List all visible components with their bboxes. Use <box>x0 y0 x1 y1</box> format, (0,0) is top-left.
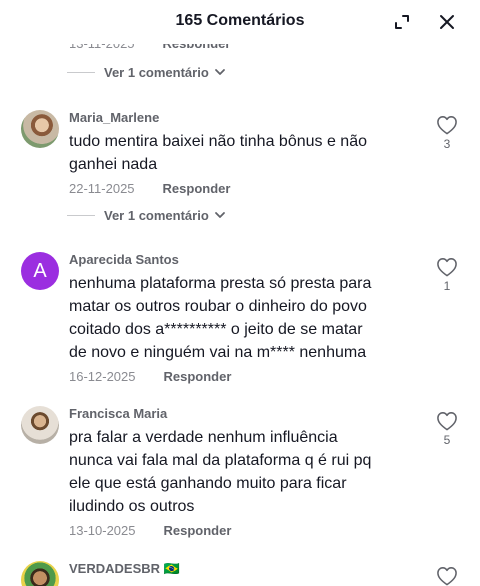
comment-text: tudo mentira baixei não tinha bônus e nã… <box>69 133 367 173</box>
heart-outline-icon <box>434 411 460 431</box>
heart-outline-icon <box>434 257 460 277</box>
heart-outline-icon <box>434 566 460 586</box>
chevron-down-icon <box>213 65 227 79</box>
expand-icon <box>394 14 410 30</box>
avatar[interactable] <box>21 110 59 148</box>
close-icon <box>439 14 455 30</box>
comment-username[interactable]: Francisca Maria <box>69 406 409 422</box>
like-button[interactable] <box>434 566 460 586</box>
comment-meta: 13-10-2025 Responder <box>69 522 409 540</box>
view-replies-button[interactable]: Ver 1 comentário <box>67 62 227 82</box>
like-count: 1 <box>443 279 451 293</box>
comment-meta: 16-12-2025 Responder <box>69 368 409 386</box>
like-button[interactable]: 3 <box>434 115 460 151</box>
comments-list: 13-11-2025Responder Ver 1 comentário Mar… <box>0 0 480 586</box>
reply-button[interactable]: Responder <box>164 369 232 384</box>
comment-date: 22-11-2025 <box>69 181 135 196</box>
view-replies-label: Ver 1 comentário <box>104 64 209 80</box>
replies-divider <box>67 71 95 73</box>
reply-button[interactable]: Responder <box>164 523 232 538</box>
close-button[interactable] <box>435 10 459 34</box>
comment-username[interactable]: Aparecida Santos <box>69 252 409 268</box>
comments-header: 165 Comentários <box>0 0 480 44</box>
comment-username[interactable]: Maria_Marlene <box>69 110 409 126</box>
like-button[interactable]: 5 <box>434 411 460 447</box>
replies-divider <box>67 214 95 216</box>
comment-text: nenhuma plataforma presta só presta para… <box>69 275 372 361</box>
like-button[interactable]: 1 <box>434 257 460 293</box>
avatar[interactable] <box>21 406 59 444</box>
chevron-down-icon <box>213 208 227 222</box>
avatar[interactable]: A <box>21 252 59 290</box>
view-replies-label: Ver 1 comentário <box>104 207 209 223</box>
comment-text: pra falar a verdade nenhum influência nu… <box>69 429 372 515</box>
heart-outline-icon <box>434 115 460 135</box>
view-replies-button[interactable]: Ver 1 comentário <box>67 205 227 225</box>
comment-date: 16-12-2025 <box>69 369 136 384</box>
avatar[interactable] <box>21 561 59 586</box>
reply-button[interactable]: Responder <box>163 181 231 196</box>
like-count: 5 <box>443 433 451 447</box>
expand-button[interactable] <box>390 10 414 34</box>
comment-username[interactable]: VERDADESBR 🇧🇷 <box>69 561 409 577</box>
comment-meta: 22-11-2025 Responder <box>69 180 409 198</box>
like-count: 3 <box>443 137 451 151</box>
comment-date: 13-10-2025 <box>69 523 136 538</box>
